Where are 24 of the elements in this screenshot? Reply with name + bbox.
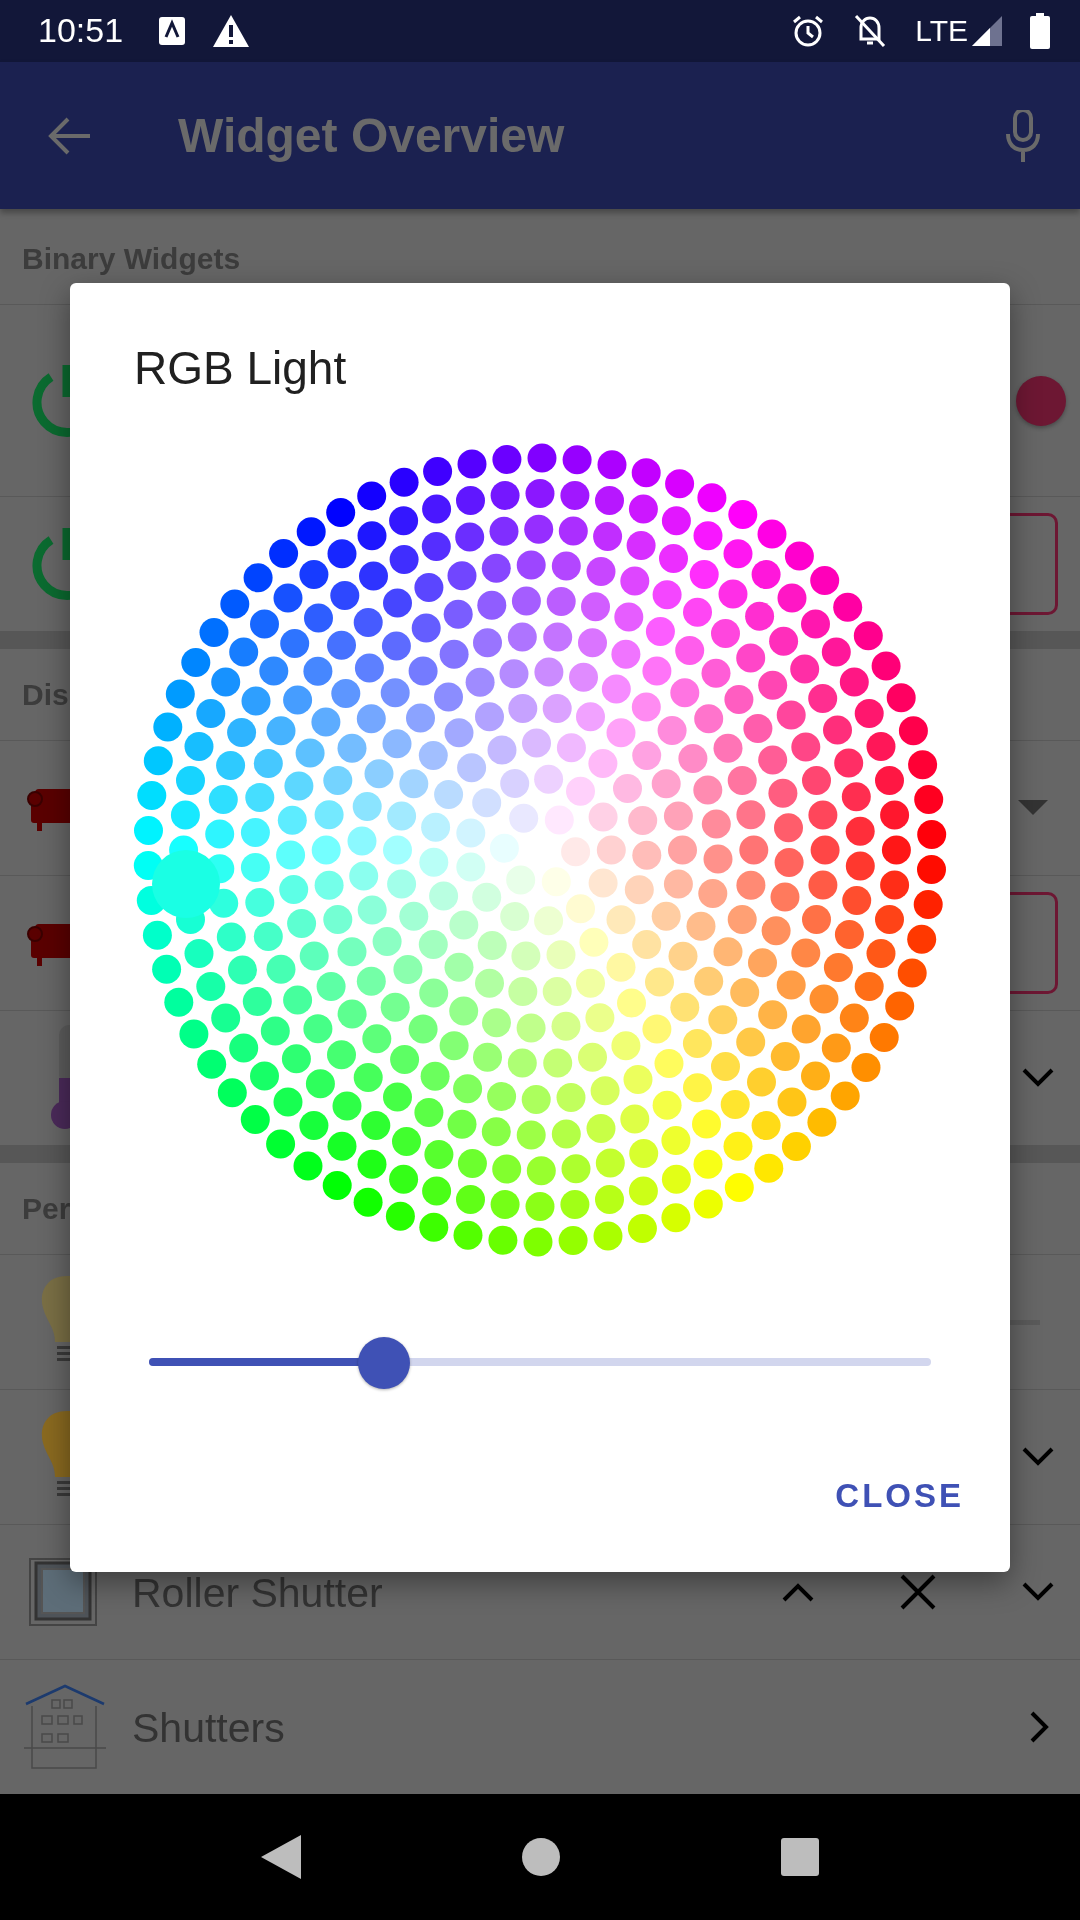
back-arrow-icon[interactable]	[48, 115, 92, 156]
switch-thumb[interactable]	[1016, 375, 1066, 426]
notification-icon	[159, 16, 186, 45]
microphone-icon[interactable]	[1006, 109, 1040, 162]
dropdown-arrow-icon[interactable]	[1018, 800, 1048, 817]
clock-time: 10:51	[38, 11, 124, 51]
network-type: LTE	[915, 13, 968, 48]
slider-thumb[interactable]	[357, 1337, 410, 1389]
muted-bell-icon	[853, 12, 888, 49]
recents-icon[interactable]	[781, 1838, 820, 1877]
screen-title: Widget Overview	[178, 108, 566, 164]
window-icon	[28, 1557, 98, 1628]
back-icon[interactable]	[260, 1835, 301, 1880]
brightness-slider[interactable]	[149, 1337, 931, 1387]
house-icon	[22, 1684, 108, 1771]
color-wheel[interactable]	[133, 443, 947, 1257]
alarm-clock-icon	[791, 13, 826, 48]
selection-handle[interactable]	[152, 850, 220, 918]
signal-icon	[972, 15, 1002, 46]
battery-icon	[1030, 12, 1050, 49]
warning-icon	[213, 14, 250, 47]
dialog-title: RGB Light	[134, 342, 347, 394]
close-button[interactable]: CLOSE	[819, 1463, 980, 1529]
home-icon[interactable]	[522, 1838, 560, 1877]
